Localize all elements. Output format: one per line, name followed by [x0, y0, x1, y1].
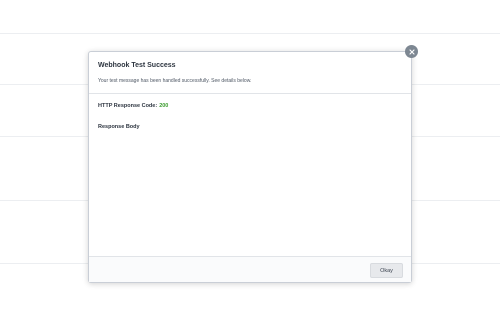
dialog-subtitle: Your test message has been handled succe…: [98, 78, 252, 84]
close-button[interactable]: [405, 45, 418, 58]
background-row-divider: [0, 33, 500, 34]
dialog-footer: Okay: [89, 256, 411, 282]
dialog-body: HTTP Response Code: 200 Response Body: [89, 94, 411, 256]
dialog-title: Webhook Test Success: [98, 62, 176, 69]
response-code-value: 200: [159, 103, 169, 109]
close-icon: [408, 48, 415, 55]
http-response-code: HTTP Response Code: 200: [98, 103, 168, 109]
webhook-test-dialog: Webhook Test Success Your test message h…: [88, 45, 418, 283]
dialog-header: Webhook Test Success Your test message h…: [89, 52, 411, 94]
response-code-label: HTTP Response Code:: [98, 103, 158, 109]
okay-button[interactable]: Okay: [370, 263, 403, 278]
response-body-label: Response Body: [98, 124, 140, 130]
